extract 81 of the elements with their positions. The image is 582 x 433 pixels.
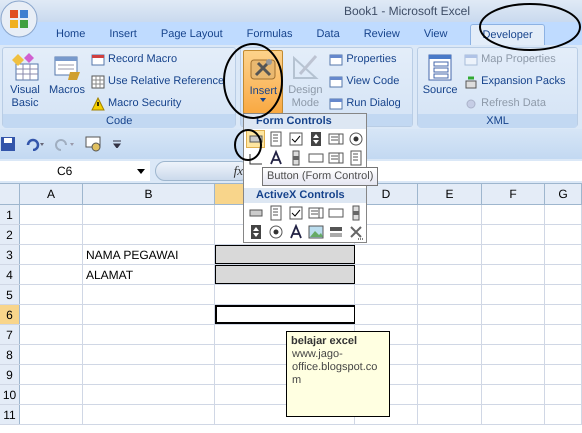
row-header[interactable]: 4 <box>0 265 20 284</box>
row-header[interactable]: 2 <box>0 225 20 244</box>
combo-box-icon <box>268 131 284 147</box>
application-icon <box>10 52 40 82</box>
sheet-cell[interactable] <box>215 305 355 324</box>
ribbon-tab[interactable]: Page Layout <box>150 24 234 45</box>
list-box-icon <box>328 131 344 147</box>
checkbox-icon <box>288 131 304 147</box>
option-button-icon <box>348 131 364 147</box>
ribbon-small-button[interactable]: Run Dialog <box>329 94 401 113</box>
ribbon-small-button[interactable]: View Code <box>329 72 401 91</box>
menu-section-title: ActiveX Controls <box>244 188 366 203</box>
ribbon-tab[interactable]: Home <box>45 24 96 45</box>
refresh-icon <box>464 96 478 110</box>
annotation-circle <box>233 128 263 162</box>
combo-box-icon <box>268 205 284 221</box>
ribbon-tab[interactable]: Developer <box>470 24 545 45</box>
grid-icon <box>91 74 105 88</box>
sheet-cell[interactable] <box>215 245 355 264</box>
map-icon <box>464 52 478 66</box>
ribbon-small-button[interactable]: Properties <box>329 50 401 69</box>
tooltip: Button (Form Control) <box>262 167 378 186</box>
ribbon-small-button[interactable]: Record Macro <box>91 50 224 69</box>
combo-box-icon <box>348 150 364 166</box>
column-header[interactable]: F <box>482 184 545 204</box>
ribbon-tab[interactable]: Insert <box>98 24 148 45</box>
ribbon-large-button[interactable]: Source <box>420 50 460 114</box>
checkbox-icon <box>288 205 304 221</box>
dropdown-arrow-icon <box>137 168 145 174</box>
column-header[interactable]: E <box>418 184 482 204</box>
dialog-icon <box>329 96 344 110</box>
ribbon-tab[interactable]: Formulas <box>236 24 304 45</box>
sheet-cell[interactable] <box>215 265 355 284</box>
cell-text: NAMA PEGAWAI <box>85 246 178 264</box>
row-header[interactable]: 1 <box>0 205 20 224</box>
row-header[interactable]: 8 <box>0 345 20 364</box>
row-header[interactable]: 7 <box>0 325 20 344</box>
label-control-icon <box>268 150 284 166</box>
group-label: Code <box>3 114 236 128</box>
toggle-button-icon <box>328 224 344 240</box>
record-icon <box>91 52 105 66</box>
row-header[interactable]: 10 <box>0 385 20 404</box>
control-option[interactable] <box>306 223 325 241</box>
undo-icon[interactable] <box>25 137 45 151</box>
label-control-icon <box>288 224 304 240</box>
row-header[interactable]: 5 <box>0 285 20 304</box>
row-header[interactable]: 6 <box>0 305 20 324</box>
comment-author: belajar excel <box>291 335 358 348</box>
ribbon-tab[interactable]: Review <box>352 24 411 45</box>
column-header[interactable]: A <box>20 184 83 204</box>
ribbon-tab[interactable]: Data <box>305 24 351 45</box>
properties-icon <box>329 52 344 66</box>
more-controls-icon <box>348 224 364 240</box>
row-header[interactable]: 3 <box>0 245 20 264</box>
cell-text: ALAMAT <box>85 266 134 284</box>
warning-icon <box>91 96 105 110</box>
function-label[interactable]: fx <box>234 161 243 181</box>
group-label: XML <box>418 114 577 128</box>
option-button-icon <box>268 224 284 240</box>
list-box-icon <box>308 205 324 221</box>
code-window-icon <box>329 74 344 88</box>
ribbon-tab[interactable]: View <box>412 24 458 45</box>
window-title: Book1 - Microsoft Excel <box>344 3 470 20</box>
office-button-icon[interactable] <box>0 0 40 40</box>
row-header[interactable]: 11 <box>0 405 20 424</box>
image-control-icon <box>308 224 324 240</box>
comment-text: www.jago-office.blogspot.com <box>291 348 378 387</box>
print-preview-icon[interactable] <box>85 136 103 152</box>
column-header[interactable]: G <box>545 184 582 204</box>
ruler-pencil-icon <box>290 52 320 82</box>
ribbon-large-button[interactable]: Visual Basic <box>5 50 45 114</box>
customize-menu-icon[interactable] <box>113 140 121 148</box>
list-box-icon <box>328 150 344 166</box>
package-icon <box>464 74 478 88</box>
row-header[interactable]: 9 <box>0 365 20 384</box>
save-icon[interactable] <box>1 137 15 151</box>
name-box[interactable]: C6 <box>0 161 150 181</box>
ribbon-small-button[interactable]: Macro Security <box>91 94 224 113</box>
ribbon-large-button[interactable]: Insert <box>243 50 284 114</box>
ribbon-small-button[interactable]: Expansion Packs <box>464 72 566 91</box>
ribbon-large-button[interactable]: Macros <box>47 50 87 114</box>
